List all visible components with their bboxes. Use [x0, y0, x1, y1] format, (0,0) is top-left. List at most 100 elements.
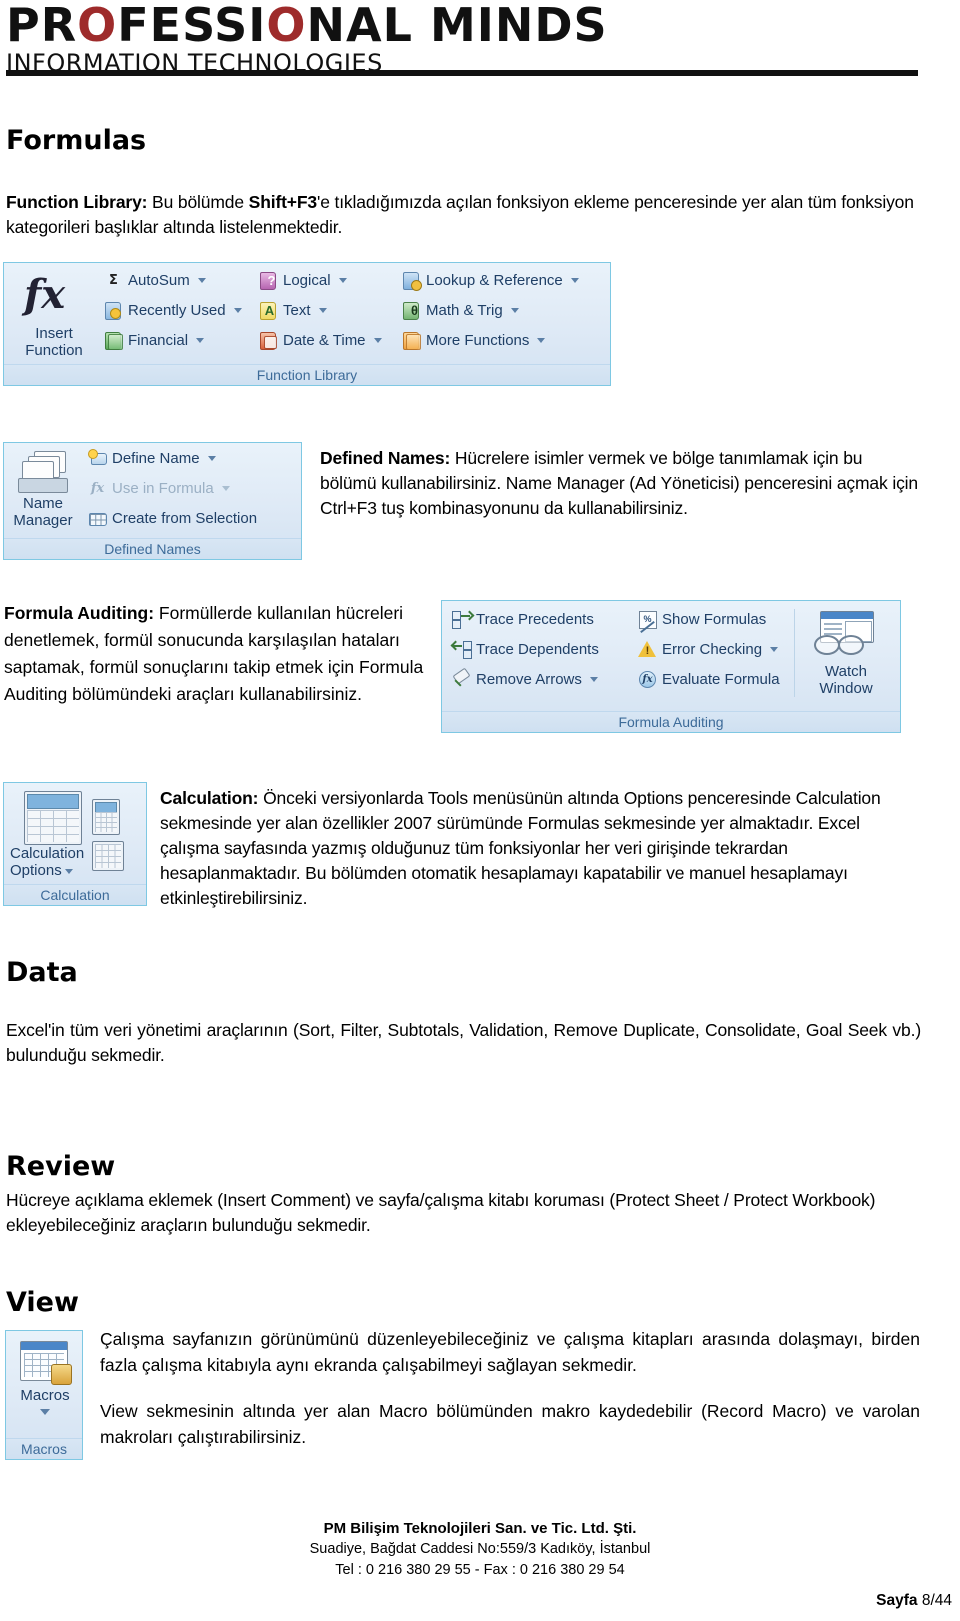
math-trig-button[interactable]: θ Math & Trig — [402, 301, 519, 320]
formula-auditing-group-label: Formula Auditing — [442, 711, 900, 732]
shortcut-shift-f3: Shift+F3 — [248, 192, 317, 212]
math-trig-icon: θ — [402, 301, 421, 320]
function-library-group-label: Function Library — [4, 364, 610, 385]
trace-dependents-icon — [450, 640, 472, 659]
insert-function-fx-icon: fx — [24, 271, 66, 318]
logo-o-red-2: O — [266, 0, 307, 52]
error-checking-button[interactable]: ! Error Checking — [638, 640, 779, 659]
more-functions-icon — [402, 331, 421, 350]
calculation-options-label[interactable]: Calculation Options — [4, 845, 94, 879]
logo-text-nalminds: NAL MINDS — [306, 0, 608, 52]
date-time-button[interactable]: Date & Time — [259, 331, 382, 350]
data-paragraph: Excel'in tüm veri yönetimi araçlarının (… — [6, 1020, 921, 1065]
page-title-formulas: Formulas — [6, 125, 147, 156]
macros-icon — [20, 1341, 72, 1385]
chevron-down-icon[interactable] — [373, 338, 382, 343]
logical-icon: ? — [259, 271, 278, 290]
use-in-formula-icon: fx — [90, 481, 105, 496]
formula-auditing-paragraph: Formula Auditing: Formüllerde kullanılan… — [4, 600, 434, 708]
show-formulas-button[interactable]: % Show Formulas — [638, 610, 766, 634]
define-name-button[interactable]: Define Name — [88, 449, 216, 468]
macros-button-label[interactable]: Macros — [6, 1387, 84, 1404]
footer-company: PM Bilişim Teknolojileri San. ve Tic. Lt… — [323, 1520, 637, 1537]
defined-names-ribbon[interactable]: Name Manager Define Name fx Use in Formu… — [3, 442, 302, 560]
define-name-icon — [88, 449, 107, 468]
chevron-down-icon[interactable] — [510, 308, 519, 313]
show-formulas-icon: % — [638, 610, 657, 634]
chevron-down-icon[interactable] — [570, 278, 579, 283]
chevron-down-icon[interactable] — [64, 868, 73, 874]
error-checking-icon: ! — [638, 640, 657, 659]
logo-text-pr: PR — [6, 0, 78, 52]
calculation-options-icon — [24, 791, 82, 845]
evaluate-formula-button[interactable]: fx Evaluate Formula — [638, 670, 780, 689]
footer: PM Bilişim Teknolojileri San. ve Tic. Lt… — [0, 1518, 960, 1581]
calculation-label: Calculation: — [160, 788, 259, 808]
financial-icon — [104, 331, 123, 350]
macros-group-label: Macros — [6, 1438, 82, 1459]
trace-precedents-button[interactable]: Trace Precedents — [452, 610, 594, 629]
logo-wordmark: PROFESSIONAL MINDS — [6, 2, 706, 48]
page-number: Sayfa 8/44 — [876, 1592, 952, 1609]
watch-window-icon — [814, 611, 874, 657]
calculation-ribbon[interactable]: Calculation Options Calculation — [3, 782, 147, 906]
view-paragraph-1: Çalışma sayfanızın görünümünü düzenleyeb… — [100, 1329, 920, 1375]
recently-used-button[interactable]: Recently Used — [104, 301, 242, 320]
chevron-down-icon[interactable] — [196, 338, 205, 343]
chevron-down-icon[interactable] — [197, 278, 206, 283]
chevron-down-icon[interactable] — [207, 456, 216, 461]
watch-window-label[interactable]: Watch Window — [804, 663, 888, 697]
name-manager-icon — [16, 449, 70, 493]
text-icon: A — [259, 301, 278, 320]
logo-o-red-1: O — [77, 0, 118, 52]
calculate-sheet-icon — [92, 841, 124, 871]
financial-button[interactable]: Financial — [104, 331, 205, 350]
chevron-down-icon[interactable] — [233, 308, 242, 313]
autosum-button[interactable]: Σ AutoSum — [104, 271, 206, 290]
chevron-down-icon[interactable] — [589, 677, 598, 682]
review-paragraph: Hücreye açıklama eklemek (Insert Comment… — [6, 1190, 876, 1235]
function-library-paragraph: Function Library: Bu bölümde Shift+F3'e … — [6, 190, 921, 240]
defined-names-paragraph: Defined Names: Hücrelere isimler vermek … — [320, 446, 920, 521]
logical-button[interactable]: ? Logical — [259, 271, 347, 290]
defined-names-label: Defined Names: — [320, 448, 451, 468]
chevron-down-icon[interactable] — [770, 647, 779, 652]
evaluate-formula-icon: fx — [638, 670, 657, 689]
footer-address: Suadiye, Bağdat Caddesi No:559/3 Kadıköy… — [309, 1541, 651, 1557]
calculator-small-icon — [92, 799, 120, 835]
footer-contact: Tel : 0 216 380 29 55 - Fax : 0 216 380 … — [335, 1562, 625, 1578]
company-logo: PROFESSIONAL MINDS INFORMATION TECHNOLOG… — [6, 2, 706, 76]
trace-dependents-button[interactable]: Trace Dependents — [450, 640, 599, 659]
chevron-down-icon[interactable] — [338, 278, 347, 283]
lookup-reference-button[interactable]: Lookup & Reference — [402, 271, 579, 291]
formula-auditing-label: Formula Auditing: — [4, 603, 155, 623]
formula-auditing-ribbon[interactable]: Trace Precedents Trace Dependents Remove… — [441, 600, 901, 733]
use-in-formula-button[interactable]: fx Use in Formula — [88, 479, 230, 498]
page-title-review: Review — [6, 1151, 116, 1182]
chevron-down-icon[interactable] — [40, 1409, 50, 1415]
more-functions-button[interactable]: More Functions — [402, 331, 546, 350]
chevron-down-icon[interactable] — [221, 486, 230, 491]
calculation-group-label: Calculation — [4, 884, 146, 905]
sigma-icon: Σ — [109, 273, 118, 288]
function-library-ribbon[interactable]: fx Insert Function Σ AutoSum Recently Us… — [3, 262, 611, 386]
name-manager-label: Name Manager — [13, 495, 73, 529]
header-divider — [6, 70, 918, 76]
date-time-icon — [259, 331, 278, 350]
text-button[interactable]: A Text — [259, 301, 327, 320]
chevron-down-icon[interactable] — [318, 308, 327, 313]
page-title-view: View — [6, 1287, 79, 1318]
calculation-text: Önceki versiyonlarda Tools menüsünün alt… — [160, 788, 881, 908]
function-library-label: Function Library: — [6, 192, 148, 212]
function-library-text-1: Bu bölümde — [147, 192, 249, 212]
macros-ribbon[interactable]: Macros Macros — [5, 1330, 83, 1460]
create-from-selection-button[interactable]: Create from Selection — [88, 509, 257, 528]
defined-names-group-label: Defined Names — [4, 538, 301, 559]
trace-precedents-icon — [452, 610, 475, 629]
ribbon-divider — [794, 609, 795, 697]
lookup-reference-icon — [402, 271, 422, 291]
recently-used-icon — [104, 301, 123, 320]
chevron-down-icon[interactable] — [537, 338, 546, 343]
calculation-paragraph: Calculation: Önceki versiyonlarda Tools … — [160, 786, 922, 911]
remove-arrows-button[interactable]: Remove Arrows — [452, 667, 598, 689]
